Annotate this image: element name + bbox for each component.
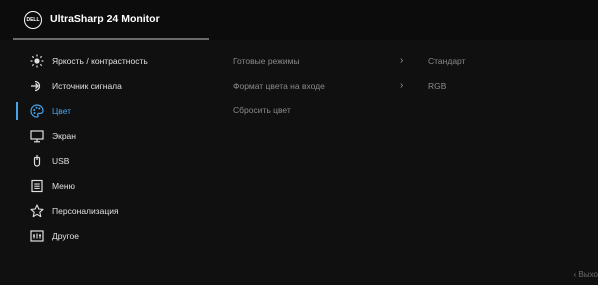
color-palette-icon [30, 104, 44, 118]
exit-button[interactable]: ‹ Выхо [574, 270, 598, 279]
row-label: Сбросить цвет [233, 105, 291, 115]
menu-item-menu[interactable]: Меню [0, 177, 210, 197]
menu-item-display[interactable]: Экран [0, 127, 210, 147]
menu-item-label: Яркость / контрастность [52, 56, 148, 66]
chevron-right-icon: › [400, 80, 404, 91]
osd-window: DELL UltraSharp 24 Monitor Яркость / кон… [0, 0, 598, 285]
monitor-title: UltraSharp 24 Monitor [50, 13, 160, 25]
preset-modes-row[interactable]: Готовые режимы › Стандарт [233, 55, 513, 72]
reset-color-row[interactable]: Сбросить цвет [233, 105, 513, 121]
input-source-icon [30, 79, 44, 93]
input-color-format-row[interactable]: Формат цвета на входе › RGB [233, 80, 513, 97]
brightness-icon [30, 54, 44, 68]
dell-logo: DELL [24, 11, 42, 29]
row-label: Формат цвета на входе [233, 81, 325, 91]
menu-item-label: Источник сигнала [52, 81, 122, 91]
row-label: Готовые режимы [233, 56, 300, 66]
star-icon [30, 204, 44, 218]
row-value: RGB [428, 81, 447, 91]
menu-item-label: Персонализация [52, 206, 119, 216]
menu-item-brightness[interactable]: Яркость / контрастность [0, 52, 210, 72]
header: DELL UltraSharp 24 Monitor [0, 0, 598, 40]
menu-item-usb[interactable]: USB [0, 152, 210, 172]
menu-item-label: Цвет [52, 106, 72, 116]
header-divider [13, 38, 209, 40]
row-value: Стандарт [428, 56, 466, 66]
menu-item-color[interactable]: Цвет [0, 102, 210, 122]
menu-item-label: Другое [52, 231, 80, 241]
menu-icon [30, 179, 44, 193]
menu-item-label: USB [52, 156, 70, 166]
display-icon [30, 129, 44, 143]
active-indicator [16, 102, 18, 120]
menu-item-personalize[interactable]: Персонализация [0, 202, 210, 222]
usb-icon [30, 154, 44, 168]
chevron-right-icon: › [400, 55, 404, 66]
menu-item-input-source[interactable]: Источник сигнала [0, 77, 210, 97]
others-icon [30, 229, 44, 243]
menu-item-others[interactable]: Другое [0, 227, 210, 247]
menu-item-label: Меню [52, 181, 75, 191]
menu-item-label: Экран [52, 131, 76, 141]
